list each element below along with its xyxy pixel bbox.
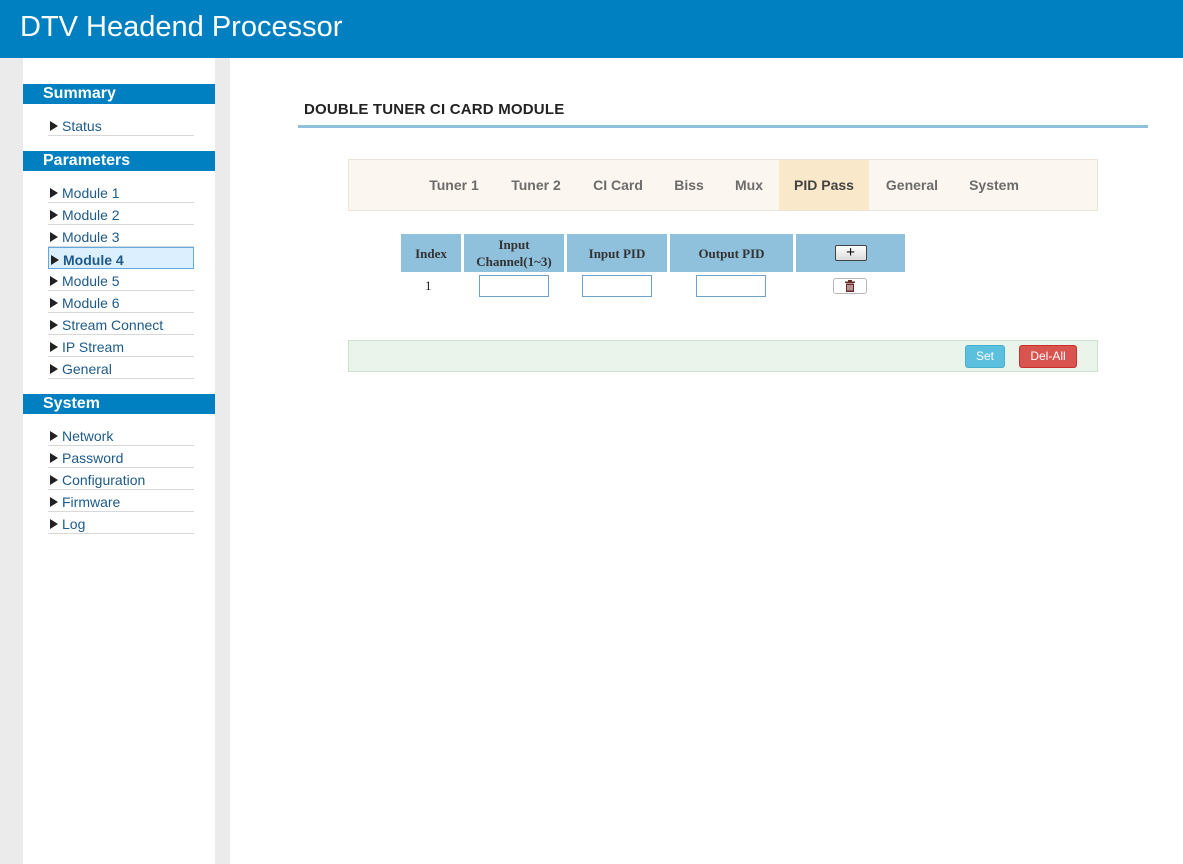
output-pid-field[interactable] — [696, 275, 766, 297]
sidebar-item-module-1[interactable]: Module 1 — [48, 181, 194, 203]
plus-icon: + — [845, 244, 856, 261]
triangle-right-icon — [50, 497, 58, 507]
sidebar-item-general[interactable]: General — [48, 357, 194, 379]
column-header-input-channel: Input Channel(1~3) — [464, 234, 564, 272]
triangle-right-icon — [50, 276, 58, 286]
input-channel-field[interactable] — [479, 275, 549, 297]
sidebar-heading-summary: Summary — [23, 84, 215, 104]
app-header: DTV Headend Processor — [0, 0, 1183, 58]
input-pid-field[interactable] — [582, 275, 652, 297]
sidebar-item-module-5[interactable]: Module 5 — [48, 269, 194, 291]
trash-icon — [845, 280, 855, 292]
sidebar-item-firmware[interactable]: Firmware — [48, 490, 194, 512]
triangle-right-icon — [50, 519, 58, 529]
sidebar-item-network[interactable]: Network — [48, 424, 194, 446]
sidebar-heading-parameters: Parameters — [23, 151, 215, 171]
tab-biss[interactable]: Biss — [662, 160, 716, 210]
delete-row-button[interactable] — [833, 278, 867, 294]
triangle-right-icon — [50, 475, 58, 485]
sidebar-item-module-2[interactable]: Module 2 — [48, 203, 194, 225]
sidebar-item-module-3[interactable]: Module 3 — [48, 225, 194, 247]
action-bar: Set Del-All — [348, 340, 1098, 372]
triangle-right-icon — [50, 121, 58, 131]
main-panel: DOUBLE TUNER CI CARD MODULE Tuner 1 Tune… — [230, 58, 1183, 864]
column-header-index: Index — [401, 234, 461, 272]
tab-bar: Tuner 1 Tuner 2 CI Card Biss Mux PID Pas… — [348, 159, 1098, 211]
triangle-right-icon — [50, 210, 58, 220]
triangle-right-icon — [51, 255, 59, 265]
page-title: DOUBLE TUNER CI CARD MODULE — [304, 101, 565, 118]
sidebar-item-log[interactable]: Log — [48, 512, 194, 534]
triangle-right-icon — [50, 453, 58, 463]
app-title: DTV Headend Processor — [20, 11, 343, 43]
sidebar-item-stream-connect[interactable]: Stream Connect — [48, 313, 194, 335]
sidebar-item-password[interactable]: Password — [48, 446, 194, 468]
triangle-right-icon — [50, 298, 58, 308]
sidebar: Summary Status Parameters Module 1 Modul… — [23, 58, 215, 864]
triangle-right-icon — [50, 342, 58, 352]
triangle-right-icon — [50, 232, 58, 242]
sidebar-item-ip-stream[interactable]: IP Stream — [48, 335, 194, 357]
tab-pid-pass[interactable]: PID Pass — [779, 160, 869, 210]
column-header-actions: + — [796, 234, 905, 272]
tab-general[interactable]: General — [875, 160, 949, 210]
row-index: 1 — [425, 278, 432, 293]
sidebar-item-module-6[interactable]: Module 6 — [48, 291, 194, 313]
sidebar-item-configuration[interactable]: Configuration — [48, 468, 194, 490]
triangle-right-icon — [50, 320, 58, 330]
column-header-output-pid: Output PID — [670, 234, 793, 272]
delete-all-button[interactable]: Del-All — [1019, 345, 1077, 368]
add-row-button[interactable]: + — [834, 244, 867, 261]
tab-tuner-1[interactable]: Tuner 1 — [417, 160, 491, 210]
tab-ci-card[interactable]: CI Card — [581, 160, 655, 210]
set-button[interactable]: Set — [965, 345, 1005, 368]
tab-tuner-2[interactable]: Tuner 2 — [499, 160, 573, 210]
tab-system[interactable]: System — [957, 160, 1031, 210]
triangle-right-icon — [50, 364, 58, 374]
sidebar-heading-system: System — [23, 394, 215, 414]
title-divider — [298, 125, 1148, 128]
triangle-right-icon — [50, 431, 58, 441]
sidebar-item-module-4[interactable]: Module 4 — [48, 247, 194, 269]
column-header-input-pid: Input PID — [567, 234, 667, 272]
tab-mux[interactable]: Mux — [723, 160, 775, 210]
triangle-right-icon — [50, 188, 58, 198]
sidebar-item-status[interactable]: Status — [48, 114, 194, 136]
